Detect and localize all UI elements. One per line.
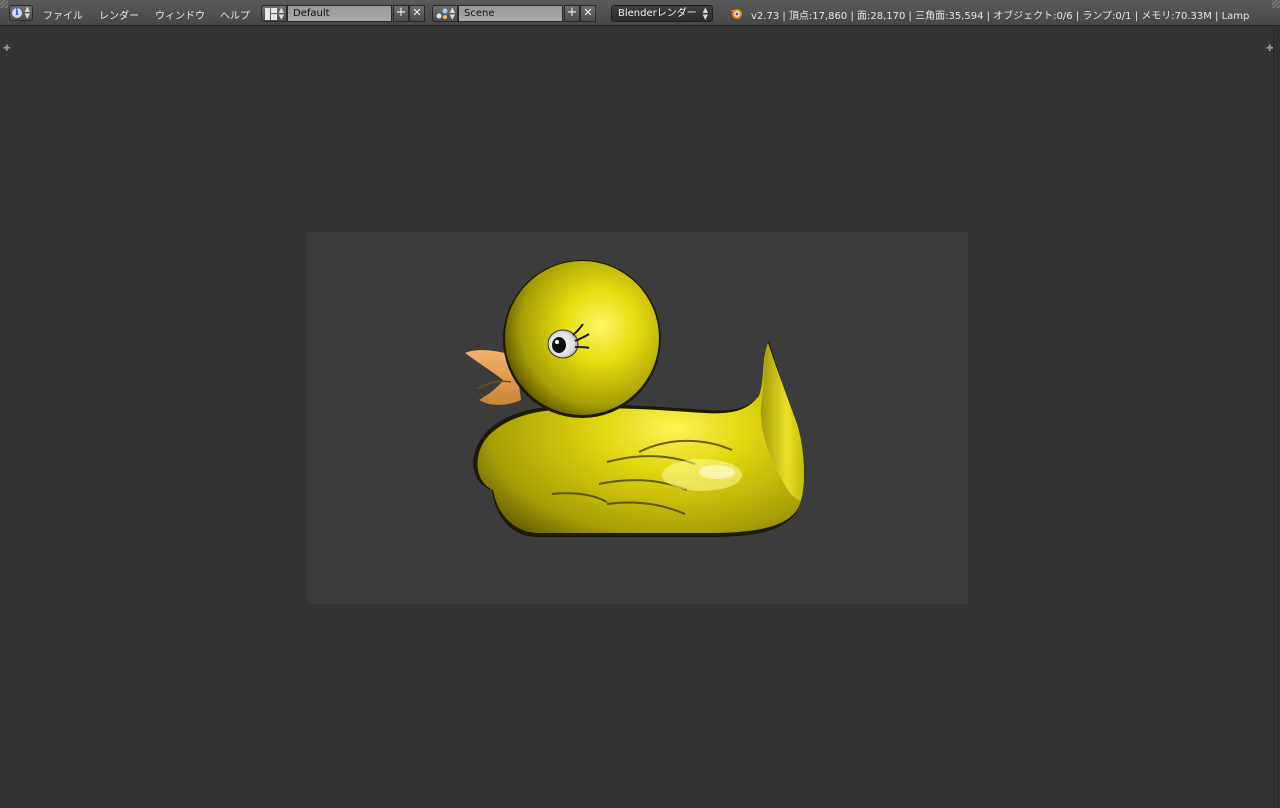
render-result	[307, 232, 968, 604]
remove-screen-layout-button[interactable]: ✕	[409, 5, 425, 22]
menu-help[interactable]: ヘルプ	[220, 7, 250, 22]
screen-layout-icon	[265, 8, 277, 20]
add-screen-layout-button[interactable]: +	[393, 5, 409, 22]
scene-icon	[436, 8, 448, 19]
up-down-arrows-icon: ▲ ▼	[24, 5, 30, 20]
add-scene-button[interactable]: +	[564, 5, 580, 22]
up-down-arrows-icon: ▲ ▼	[702, 6, 708, 21]
screen-layout-name-field[interactable]: Default	[287, 5, 392, 22]
scene-browse-button[interactable]: ▲ ▼	[432, 5, 458, 22]
remove-scene-button[interactable]: ✕	[580, 5, 596, 22]
x-icon: ✕	[412, 6, 422, 19]
screen-layout-browse-button[interactable]: ▲ ▼	[261, 5, 287, 22]
region-expand-icon[interactable]: ✚	[3, 44, 11, 54]
area-corner-left[interactable]	[0, 0, 8, 8]
x-icon: ✕	[583, 6, 593, 19]
editor-type-button[interactable]: i ▲ ▼	[9, 5, 33, 21]
menu-file[interactable]: ファイル	[43, 7, 83, 22]
info-icon: i	[12, 8, 22, 18]
render-engine-label: Blenderレンダー	[618, 8, 697, 19]
plus-icon: +	[566, 5, 578, 20]
scene-name-field[interactable]: Scene	[458, 5, 563, 22]
blender-logo-icon	[730, 9, 742, 19]
rubber-duck-render	[465, 260, 805, 537]
area-corner-right[interactable]	[1272, 0, 1280, 8]
menu-window[interactable]: ウィンドウ	[155, 7, 205, 22]
scene-statistics: v2.73 | 頂点:17,860 | 面:28,170 | 三角面:35,59…	[751, 11, 1250, 22]
area-split-edge[interactable]	[1273, 27, 1280, 808]
image-editor-viewport[interactable]: ✚ ✚	[0, 27, 1280, 808]
menu-render[interactable]: レンダー	[99, 7, 139, 22]
render-engine-dropdown[interactable]: Blenderレンダー ▲ ▼	[611, 5, 713, 22]
up-down-arrows-icon: ▲ ▼	[449, 6, 455, 21]
plus-icon: +	[395, 5, 407, 20]
up-down-arrows-icon: ▲ ▼	[278, 6, 284, 21]
info-header: i ▲ ▼ ファイル レンダー ウィンドウ ヘルプ ▲ ▼ Default + ✕ …	[0, 0, 1280, 26]
